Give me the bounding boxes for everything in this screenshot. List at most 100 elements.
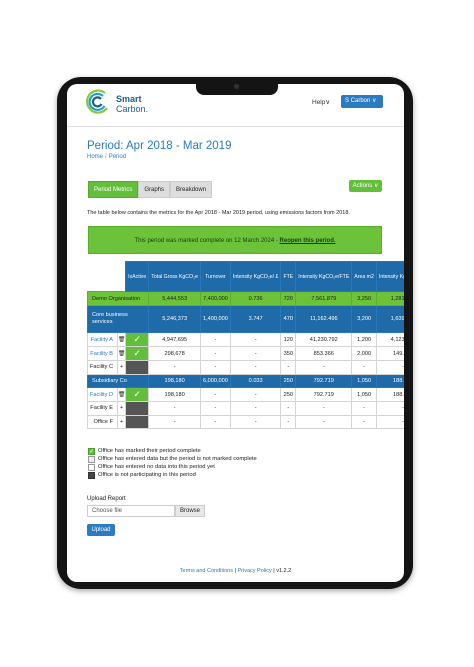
cell: - [375, 360, 404, 375]
group-row: Core business services 5,246,373 1,400,0… [86, 305, 404, 333]
header-blank-cell [87, 261, 126, 292]
cell: - [229, 401, 282, 416]
check-icon: ✓ [126, 347, 149, 360]
cell: 149.339 [375, 346, 404, 361]
terms-link[interactable]: Terms and Conditions [180, 568, 233, 574]
plus-icon[interactable]: + [116, 414, 127, 429]
cell: - [295, 414, 353, 429]
legend-label: Office has entered no data into this per… [98, 464, 215, 470]
metrics-table: IsActive Total Gross KgCO₂e Turnover Int… [86, 261, 404, 429]
cell: - [295, 401, 353, 416]
facility-link[interactable]: Facility B [87, 346, 118, 361]
cell: 1,050 [351, 387, 377, 402]
cell: - [148, 360, 201, 375]
trash-icon[interactable]: 🗑 [116, 387, 127, 402]
legend-item: Office has entered data but the period i… [88, 455, 257, 463]
check-icon: ✓ [126, 333, 149, 346]
facility-link[interactable]: Facility A [87, 332, 118, 347]
brand-name[interactable]: Smart Carbon. [116, 94, 148, 114]
cell: - [199, 360, 231, 375]
column-header: Area m2 [351, 261, 377, 292]
cell: - [229, 387, 282, 402]
row-name: Core business services [86, 305, 150, 333]
cell: - [229, 332, 282, 347]
facility-row: Office F + - - - - - - - [87, 414, 404, 429]
cell: 3.747 [229, 305, 282, 333]
legend-in-progress-swatch [88, 455, 95, 463]
cell: 7,400,000 [199, 291, 231, 306]
cell: - [199, 332, 231, 347]
breadcrumb-period[interactable]: Period [109, 154, 126, 160]
legend-label: Office is not participating in this peri… [98, 472, 196, 478]
legend-no-data-swatch [88, 463, 95, 471]
cell: 4,123.079 [375, 332, 404, 347]
cell: - [351, 360, 377, 375]
cell: 11,162.496 [295, 305, 353, 333]
cell: 3,200 [351, 305, 377, 333]
facility-row: Facility B 🗑 ✓ 298,678 - - 350 853.366 2… [87, 346, 404, 361]
brand-line-2: Carbon. [116, 104, 149, 114]
column-header: IsActive [125, 261, 150, 292]
tab-breakdown[interactable]: Breakdown [170, 181, 213, 198]
not-participating-indicator [126, 402, 149, 415]
trash-icon[interactable]: 🗑 [116, 346, 127, 361]
plus-icon[interactable]: + [116, 360, 127, 375]
actions-dropdown-button[interactable]: Actions ∨ [349, 180, 382, 192]
cell: 3,250 [351, 291, 377, 306]
facility-row: Facility A 🗑 ✓ 4,947,695 - - 120 41,230.… [87, 332, 404, 347]
cell: 188.743 [375, 387, 404, 402]
cell: 6,000,000 [199, 373, 231, 388]
reopen-period-link[interactable]: Reopen this period. [280, 238, 336, 244]
facility-link[interactable]: Facility D [87, 387, 118, 402]
trash-icon[interactable]: 🗑 [116, 332, 127, 347]
user-menu-button[interactable]: S Carbon ∨ [341, 95, 383, 108]
cell: 2,000 [351, 346, 377, 361]
footer: Terms and Conditions | Privacy Policy | … [67, 568, 404, 574]
cell: 250 [280, 373, 297, 388]
cell: 0.736 [229, 291, 282, 306]
organisation-row: Demo Organisation 5,444,553 7,400,000 0.… [86, 291, 404, 306]
facility-name: Facility C [87, 360, 118, 375]
tab-graphs[interactable]: Graphs [138, 181, 171, 198]
not-participating-indicator [126, 361, 149, 374]
row-name: Subsidiary Co [86, 373, 150, 388]
browse-button[interactable]: Browse [175, 505, 205, 517]
cell: - [148, 401, 201, 416]
status-cell: ✓ [125, 387, 150, 402]
cell: 298,678 [148, 346, 201, 361]
cell: 853.366 [295, 346, 353, 361]
privacy-link[interactable]: Privacy Policy [238, 568, 272, 574]
legend-label: Office has entered data but the period i… [98, 456, 257, 462]
table-header-row: IsActive Total Gross KgCO₂e Turnover Int… [87, 261, 404, 292]
cell: - [199, 346, 231, 361]
cell: 792.719 [295, 373, 353, 388]
cell: 1,400,000 [199, 305, 231, 333]
cell: 5,246,373 [148, 305, 201, 333]
breadcrumb-separator: / [105, 154, 107, 160]
column-header: Turnover [199, 261, 231, 292]
cell: - [229, 414, 282, 429]
cell: 250 [280, 387, 297, 402]
column-header: Intensity KgCO₂e/m2 [375, 261, 404, 292]
plus-icon[interactable]: + [116, 401, 127, 416]
row-name: Demo Organisation [86, 291, 150, 306]
breadcrumb: Home / Period [87, 154, 126, 160]
legend-label: Office has marked their period complete [98, 448, 201, 454]
smart-carbon-logo-icon[interactable] [85, 89, 111, 115]
file-input[interactable]: Choose file [87, 505, 175, 517]
legend-item: Office has entered no data into this per… [88, 463, 257, 471]
camera-icon [234, 84, 239, 89]
status-cell: ✓ [125, 332, 150, 347]
tab-period-metrics[interactable]: Period Metrics [88, 181, 139, 198]
cell: - [148, 414, 201, 429]
check-icon: ✓ [126, 388, 149, 401]
breadcrumb-home[interactable]: Home [87, 154, 103, 160]
column-header: Intensity KgCO₂e/FTE [295, 261, 353, 292]
facility-row: Facility E + - - - - - - - [87, 401, 404, 416]
cell: 0.033 [229, 373, 282, 388]
cell: - [351, 414, 377, 429]
cell: - [375, 414, 404, 429]
status-cell [125, 360, 150, 375]
upload-button[interactable]: Upload [87, 524, 115, 536]
help-menu[interactable]: Help∨ [312, 98, 330, 106]
